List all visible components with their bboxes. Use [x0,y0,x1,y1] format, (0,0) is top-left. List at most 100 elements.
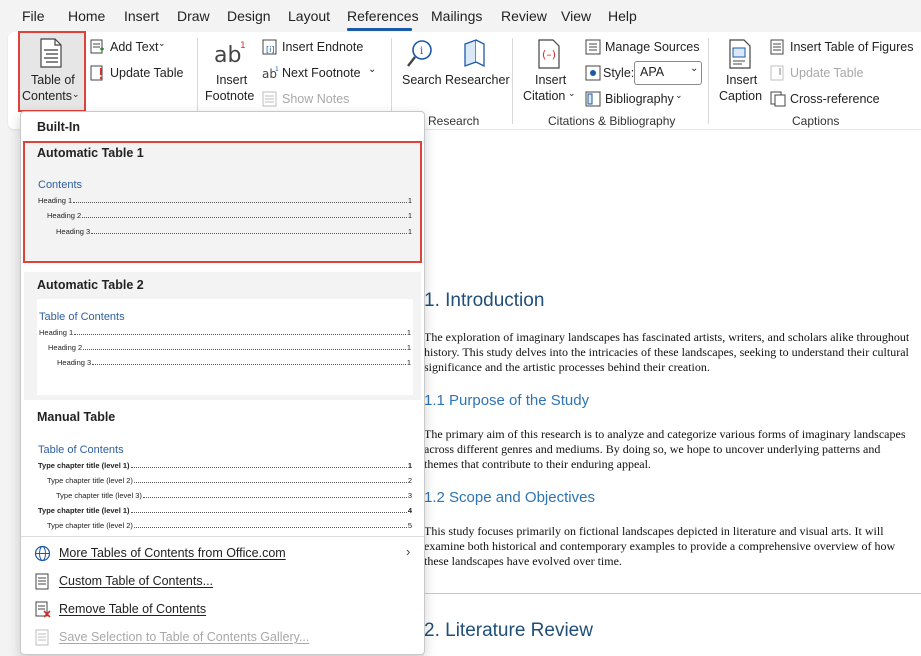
next-footnote-icon: ab 1 [262,66,279,81]
insert-citation-icon: (–) [538,39,560,69]
table-of-figures-icon [770,39,784,55]
manage-sources-icon [585,39,601,55]
menu-review[interactable]: Review [501,8,547,24]
menu-file[interactable]: File [22,8,45,24]
toc-preview-line: Type chapter title (level 1) 4 [38,506,412,515]
insert-footnote-line2[interactable]: Footnote [205,89,254,103]
insert-caption-line2[interactable]: Caption [719,89,762,103]
document-icon [35,573,49,590]
ribbon-separator [512,38,513,124]
toc-label-line1: Table of [31,73,75,87]
add-text-icon [90,39,104,54]
automatic-table-2-preview: Table of Contents Heading 11 Heading 21 … [37,299,413,395]
built-in-section-label: Built-In [37,120,81,134]
menu-bar: File Home Insert Draw Design Layout Refe… [0,0,921,32]
chevron-down-icon[interactable]: ⌄ [368,64,376,75]
insert-caption-line1[interactable]: Insert [726,73,757,87]
manual-table-title: Manual Table [37,410,116,424]
menu-mailings[interactable]: Mailings [431,8,482,24]
svg-text:(–): (–) [542,48,556,61]
save-gallery-icon [35,629,49,646]
remove-toc-label: Remove Table of Contents [59,602,207,616]
automatic-table-2-title: Automatic Table 2 [37,278,144,292]
svg-text:1: 1 [240,41,246,51]
search-icon: i [407,40,432,67]
menu-home[interactable]: Home [68,8,105,24]
toc-preview-heading: Contents [38,179,83,191]
manage-sources-button[interactable]: Manage Sources [605,40,700,54]
heading-introduction: 1. Introduction [424,290,545,311]
heading-scope: 1.2 Scope and Objectives [424,489,595,506]
insert-table-of-figures-button[interactable]: Insert Table of Figures [790,40,913,54]
svg-text:ab: ab [214,43,241,68]
style-select[interactable]: APA ⌄ [634,61,702,85]
chevron-down-icon: ⌄ [158,38,166,48]
style-icon [585,65,601,81]
menu-view[interactable]: View [561,8,591,24]
automatic-table-1-preview: Contents Heading 11 Heading 21 Heading 3… [37,174,413,240]
toc-preview-line: Heading 11 [38,196,412,205]
paragraph-purpose: The primary aim of this research is to a… [424,427,906,471]
custom-toc-item[interactable]: Custom Table of Contents... [21,569,424,595]
dropdown-separator [21,536,424,537]
remove-document-icon [35,601,51,618]
update-table-figures-button: Update Table [790,66,864,80]
researcher-button[interactable]: Researcher [445,73,510,87]
toc-preview-line: Type chapter title (level 1) 1 [38,461,412,470]
automatic-table-1-title: Automatic Table 1 [37,146,144,160]
toc-preview-heading: Table of Contents [38,444,124,456]
menu-insert[interactable]: Insert [124,8,159,24]
menu-references[interactable]: References [347,8,419,24]
save-selection-gallery-item: Save Selection to Table of Contents Gall… [21,625,424,651]
chevron-down-icon: ⌄ [690,63,699,74]
manual-table-option[interactable]: Table of Contents Type chapter title (le… [37,432,413,530]
insert-citation-line2[interactable]: Citation [523,89,565,103]
style-select-value: APA [640,65,665,79]
search-button[interactable]: Search [402,73,442,87]
insert-citation-line1[interactable]: Insert [535,73,566,87]
more-tables-office-item[interactable]: More Tables of Contents from Office.com … [21,541,424,567]
menu-design[interactable]: Design [227,8,271,24]
bibliography-button[interactable]: Bibliography [605,92,674,106]
next-footnote-button[interactable]: Next Footnote [282,66,361,80]
table-of-contents-dropdown: Built-In Automatic Table 1 Contents Head… [20,111,425,655]
insert-caption-icon [729,39,751,69]
insert-endnote-button[interactable]: Insert Endnote [282,40,363,54]
document-page[interactable]: 1. Introduction The exploration of imagi… [424,130,921,656]
toc-preview-line: Type chapter title (level 3) 3 [56,491,412,500]
update-table-button[interactable]: Update Table [110,66,183,80]
menu-help[interactable]: Help [608,8,637,24]
ribbon-separator [708,38,709,124]
toc-preview-line: Type chapter title (level 2) 5 [47,521,412,530]
cross-reference-button[interactable]: Cross-reference [790,92,880,106]
research-group-label: Research [428,114,480,128]
toc-preview-line: Heading 21 [48,343,411,352]
page-break-line [424,593,921,594]
svg-text:i: i [420,46,423,57]
chevron-down-icon: ⌄ [72,89,80,99]
add-text-button[interactable]: Add Text [110,40,158,54]
more-tables-label: More Tables of Contents from Office.com [59,546,286,560]
toc-preview-line: Heading 21 [47,211,412,220]
insert-footnote-line1[interactable]: Insert [216,73,247,87]
globe-icon [34,545,51,562]
toc-preview-heading: Table of Contents [39,311,125,323]
toc-preview-line: Heading 11 [39,328,411,337]
researcher-icon [464,39,485,68]
bibliography-icon [585,91,601,107]
heading-literature-review: 2. Literature Review [424,620,593,641]
remove-toc-item[interactable]: Remove Table of Contents [21,597,424,623]
chevron-down-icon: ⌄ [675,90,683,100]
paragraph-introduction: The exploration of imaginary landscapes … [424,330,910,374]
insert-footnote-icon: ab 1 [214,41,246,68]
cross-reference-icon [770,91,786,107]
chevron-right-icon: › [406,544,411,559]
custom-toc-label: Custom Table of Contents... [59,574,214,588]
menu-layout[interactable]: Layout [288,8,330,24]
paragraph-scope: This study focuses primarily on fictiona… [424,524,896,568]
svg-text:1: 1 [275,66,279,73]
table-of-contents-icon [40,38,62,68]
active-tab-indicator [347,28,412,31]
menu-draw[interactable]: Draw [177,8,210,24]
toc-label-line2: Contents [22,89,73,103]
